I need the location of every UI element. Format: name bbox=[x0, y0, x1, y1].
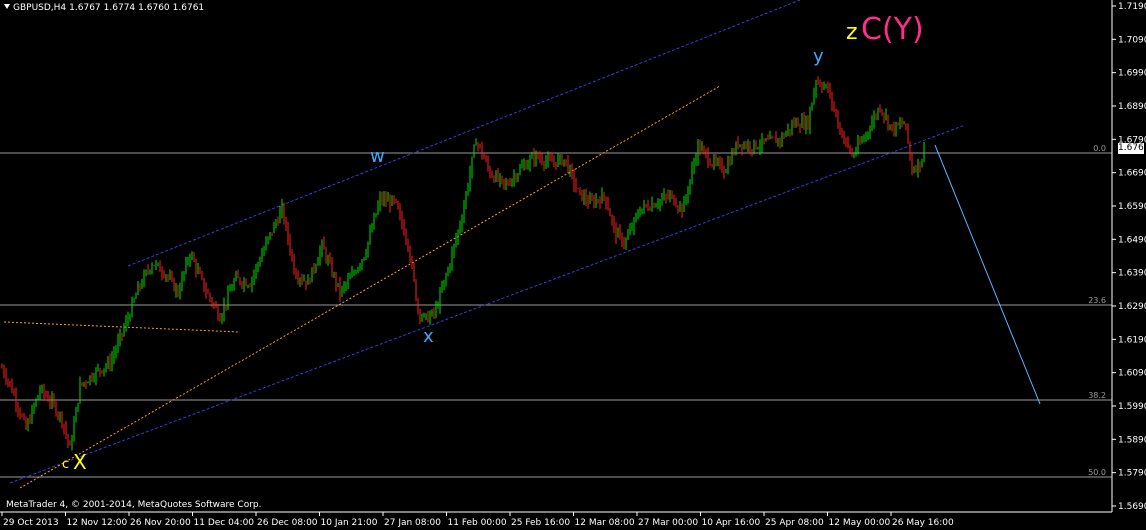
y-tick-label: 1.5990 bbox=[1118, 402, 1146, 412]
y-tick-label: 1.7090 bbox=[1118, 35, 1146, 45]
fib-level-label: 23.6 bbox=[1088, 296, 1106, 305]
x-tick-label: 25 Apr 08:00 bbox=[765, 518, 824, 528]
y-axis-ticks: 1.71901.70901.69901.68901.67901.66901.65… bbox=[1112, 2, 1146, 512]
x-tick-label: 26 Dec 08:00 bbox=[257, 518, 318, 528]
candles bbox=[1, 76, 925, 451]
x-tick-label: 11 Feb 00:00 bbox=[448, 518, 507, 528]
x-tick-label: 27 Mar 00:00 bbox=[638, 518, 698, 528]
chart-window[interactable]: 0.0 23.6 38.2 50.0 1.7190 1.7090 1.6990 1.6890… bbox=[0, 0, 1146, 530]
y-tick-label: 1.6990 bbox=[1118, 69, 1146, 79]
x-tick-label: 26 Nov 20:00 bbox=[130, 518, 191, 528]
x-tick-label: 10 Apr 16:00 bbox=[702, 518, 761, 528]
x-axis-ticks: 29 Oct 2013 12 Nov 12:00 26 Nov 20:00 11 De… bbox=[1, 512, 954, 528]
wave-label-z: z bbox=[846, 20, 858, 45]
trend-channel[interactable] bbox=[3, 0, 1041, 489]
y-tick-label: 1.6190 bbox=[1118, 335, 1146, 345]
channel-upper-line[interactable] bbox=[127, 0, 801, 267]
y-tick-label: 1.6490 bbox=[1118, 235, 1146, 245]
y-tick-label: 1.6590 bbox=[1118, 202, 1146, 212]
fib-level-label: 50.0 bbox=[1088, 468, 1106, 477]
x-tick-label: 29 Oct 2013 bbox=[3, 518, 59, 528]
fib-level-label: 38.2 bbox=[1088, 391, 1106, 400]
close-price: 1.6761 bbox=[172, 3, 205, 13]
wave-label-CY: C(Y) bbox=[861, 12, 924, 47]
x-tick-label: 26 May 16:00 bbox=[892, 518, 954, 528]
open-price: 1.6767 bbox=[69, 3, 101, 13]
y-tick-label: 1.6890 bbox=[1118, 102, 1146, 112]
wave-label-X: X bbox=[73, 450, 87, 474]
symbol-label: GBPUSD,H4 bbox=[13, 3, 67, 13]
x-tick-label: 10 Jan 21:00 bbox=[321, 518, 378, 528]
low-price: 1.6760 bbox=[138, 3, 170, 13]
wave-label-y: y bbox=[813, 46, 824, 67]
y-tick-label: 1.5790 bbox=[1118, 469, 1146, 479]
current-price-tag: 1.6761 bbox=[1118, 143, 1146, 154]
x-tick-label: 25 Feb 16:00 bbox=[511, 518, 570, 528]
chart-header: GBPUSD,H4 1.6767 1.6774 1.6760 1.6761 bbox=[4, 3, 207, 13]
wave-label-c: c bbox=[62, 457, 70, 472]
channel-lower-line[interactable] bbox=[9, 124, 966, 484]
axes bbox=[0, 0, 1113, 513]
y-tick-label: 1.5890 bbox=[1118, 435, 1146, 445]
x-tick-label: 12 Nov 12:00 bbox=[67, 518, 128, 528]
x-tick-label: 12 May 00:00 bbox=[829, 518, 891, 528]
y-tick-label: 1.6690 bbox=[1118, 169, 1146, 179]
wave-label-x: x bbox=[423, 326, 434, 347]
projection-line[interactable] bbox=[934, 144, 1041, 405]
high-price: 1.6774 bbox=[103, 3, 136, 13]
fib-level-label: 0.0 bbox=[1093, 144, 1106, 153]
wave-label-w: w bbox=[370, 146, 385, 167]
copyright-text: MetaTrader 4, © 2001-2014, MetaQuotes So… bbox=[6, 500, 262, 510]
x-tick-label: 27 Jan 08:00 bbox=[384, 518, 441, 528]
y-tick-label: 1.6090 bbox=[1118, 369, 1146, 379]
y-tick-label: 1.6290 bbox=[1118, 302, 1146, 312]
x-tick-label: 12 Mar 08:00 bbox=[575, 518, 635, 528]
y-tick-label: 1.7190 bbox=[1118, 2, 1146, 12]
y-tick-label: 1.5690 bbox=[1118, 502, 1146, 512]
x-tick-label: 11 Dec 04:00 bbox=[194, 518, 255, 528]
dropdown-triangle-icon[interactable] bbox=[4, 4, 10, 9]
fibonacci-levels[interactable]: 0.0 23.6 38.2 50.0 bbox=[0, 144, 1112, 478]
price-chart[interactable]: 0.0 23.6 38.2 50.0 1.7190 1.7090 1.6990 1.6890… bbox=[0, 0, 1146, 530]
trend-line-orange-short[interactable] bbox=[3, 321, 241, 333]
y-tick-label: 1.6390 bbox=[1118, 269, 1146, 279]
